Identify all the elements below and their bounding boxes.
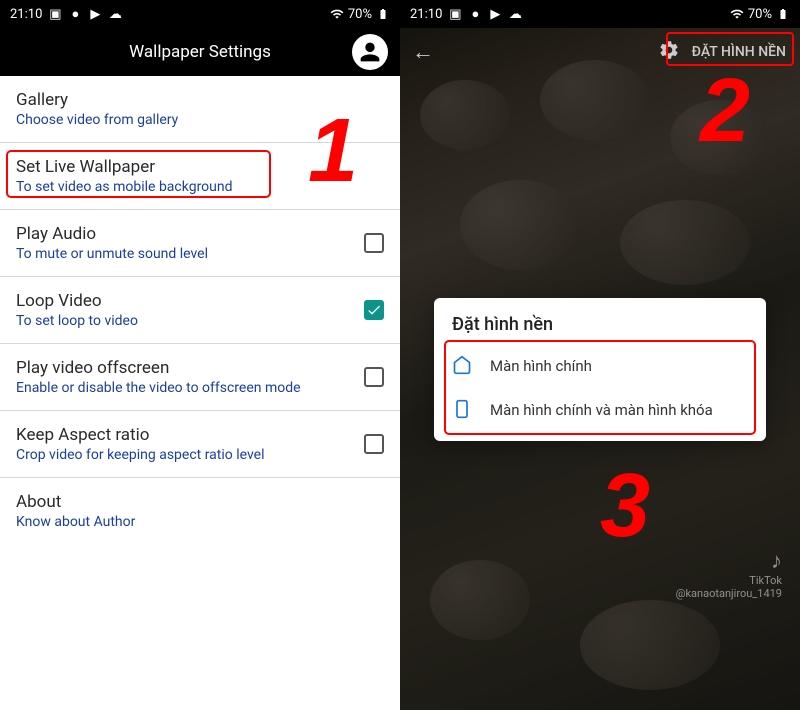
item-title: Loop Video bbox=[16, 291, 364, 311]
phone-icon bbox=[452, 399, 472, 423]
circle-icon: ● bbox=[468, 7, 482, 21]
image-icon: ▣ bbox=[448, 7, 462, 21]
item-title: Keep Aspect ratio bbox=[16, 425, 364, 445]
screen-preview: 21:10 ▣ ● ▶ ☁ 70% ← ĐẶT HÌNH NỀN bbox=[400, 0, 800, 710]
item-sub: Crop video for keeping aspect ratio leve… bbox=[16, 447, 364, 463]
status-bar: 21:10 ▣ ● ▶ ☁ 70% bbox=[0, 0, 400, 28]
item-title: Play Audio bbox=[16, 224, 364, 244]
set-wallpaper-dialog: Đặt hình nền Màn hình chính Màn hình chí… bbox=[434, 298, 766, 441]
status-time: 21:10 bbox=[10, 7, 42, 22]
page-title: Wallpaper Settings bbox=[129, 42, 271, 62]
settings-list: Gallery Choose video from gallery Set Li… bbox=[0, 76, 400, 544]
tiktok-watermark: ♪ TikTok @kanaotanjirou_1419 bbox=[676, 548, 782, 600]
gear-icon[interactable] bbox=[658, 39, 680, 65]
item-title: About bbox=[16, 492, 384, 512]
tiktok-brand: TikTok bbox=[676, 574, 782, 587]
item-sub: To set loop to video bbox=[16, 313, 364, 329]
set-wallpaper-button[interactable]: ĐẶT HÌNH NỀN bbox=[690, 40, 788, 64]
status-time: 21:10 bbox=[410, 7, 442, 22]
battery-icon bbox=[776, 7, 790, 21]
dialog-option-home-lock[interactable]: Màn hình chính và màn hình khóa bbox=[434, 389, 766, 433]
circle-icon: ● bbox=[68, 7, 82, 21]
item-sub: Enable or disable the video to offscreen… bbox=[16, 380, 364, 396]
item-play-audio[interactable]: Play Audio To mute or unmute sound level bbox=[0, 210, 400, 277]
item-title: Set Live Wallpaper bbox=[16, 157, 384, 177]
checkbox-play-audio[interactable] bbox=[364, 233, 384, 253]
checkbox-loop-video[interactable] bbox=[364, 300, 384, 320]
item-set-live-wallpaper[interactable]: Set Live Wallpaper To set video as mobil… bbox=[0, 143, 400, 210]
back-arrow-icon[interactable]: ← bbox=[412, 39, 434, 65]
dialog-option-label: Màn hình chính bbox=[490, 357, 592, 377]
avatar[interactable] bbox=[352, 34, 388, 70]
header: Wallpaper Settings bbox=[0, 28, 400, 76]
item-sub: Know about Author bbox=[16, 514, 384, 530]
tiktok-icon: ♪ bbox=[676, 548, 782, 574]
status-bar: 21:10 ▣ ● ▶ ☁ 70% bbox=[400, 0, 800, 28]
item-sub: To set video as mobile background bbox=[16, 179, 384, 195]
item-play-offscreen[interactable]: Play video offscreen Enable or disable t… bbox=[0, 344, 400, 411]
item-sub: To mute or unmute sound level bbox=[16, 246, 364, 262]
wifi-icon bbox=[730, 7, 744, 21]
youtube-icon: ▶ bbox=[88, 7, 102, 21]
status-battery: 70% bbox=[348, 7, 372, 22]
dialog-title: Đặt hình nền bbox=[434, 314, 766, 345]
status-battery: 70% bbox=[748, 7, 772, 22]
preview-header: ← ĐẶT HÌNH NỀN bbox=[400, 28, 800, 76]
dialog-option-home[interactable]: Màn hình chính bbox=[434, 345, 766, 389]
checkbox-offscreen[interactable] bbox=[364, 367, 384, 387]
item-keep-aspect[interactable]: Keep Aspect ratio Crop video for keeping… bbox=[0, 411, 400, 478]
wifi-icon bbox=[330, 7, 344, 21]
home-icon bbox=[452, 355, 472, 379]
screen-settings: 21:10 ▣ ● ▶ ☁ 70% Wallpaper Settings Gal… bbox=[0, 0, 400, 710]
dialog-option-label: Màn hình chính và màn hình khóa bbox=[490, 401, 713, 421]
item-sub: Choose video from gallery bbox=[16, 112, 384, 128]
cloud-icon: ☁ bbox=[108, 7, 122, 21]
image-icon: ▣ bbox=[48, 7, 62, 21]
item-about[interactable]: About Know about Author bbox=[0, 478, 400, 544]
tiktok-handle: @kanaotanjirou_1419 bbox=[676, 587, 782, 600]
item-loop-video[interactable]: Loop Video To set loop to video bbox=[0, 277, 400, 344]
item-title: Gallery bbox=[16, 90, 384, 110]
battery-icon bbox=[376, 7, 390, 21]
item-title: Play video offscreen bbox=[16, 358, 364, 378]
item-gallery[interactable]: Gallery Choose video from gallery bbox=[0, 76, 400, 143]
cloud-icon: ☁ bbox=[508, 7, 522, 21]
youtube-icon: ▶ bbox=[488, 7, 502, 21]
checkbox-aspect[interactable] bbox=[364, 434, 384, 454]
